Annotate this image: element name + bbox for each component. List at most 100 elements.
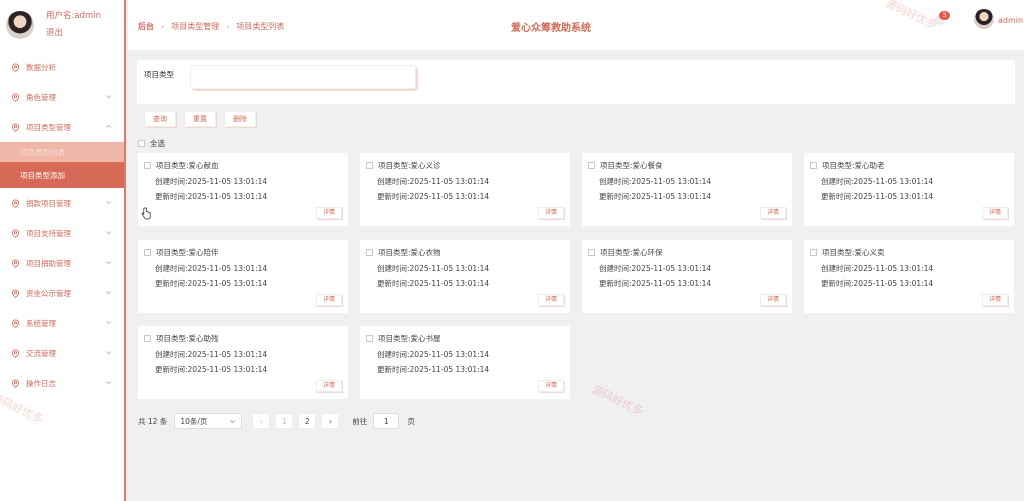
- detail-button[interactable]: 详情: [537, 207, 564, 219]
- card-checkbox[interactable]: [144, 249, 151, 256]
- goto-page-input[interactable]: 1: [373, 413, 400, 429]
- updated-value: 2025-11-05 13:01:14: [409, 365, 490, 374]
- chevron-down-icon: [106, 291, 111, 295]
- detail-button[interactable]: 详情: [315, 380, 342, 392]
- pagination: 共 12 条 10条/页 ‹ 1 2 › 前往 1 页: [138, 413, 415, 429]
- project-type-card: 项目类型: 爱心献血 创建时间:2025-11-05 13:01:14 更新时间:…: [138, 153, 348, 226]
- card-checkbox[interactable]: [366, 162, 373, 169]
- detail-button[interactable]: 详情: [537, 380, 564, 392]
- created-value: 2025-11-05 13:01:14: [853, 177, 934, 186]
- query-button[interactable]: 查询: [144, 111, 176, 127]
- select-all-checkbox[interactable]: [138, 140, 145, 147]
- detail-button[interactable]: 详情: [315, 207, 342, 219]
- updated-label: 更新时间:: [821, 279, 854, 288]
- created-label: 创建时间:: [155, 264, 188, 273]
- sidebar-item-operation-log[interactable]: 操作日志: [0, 368, 124, 398]
- sidebar-item-role-management[interactable]: 角色管理: [0, 82, 124, 112]
- location-pin-icon: [11, 348, 20, 358]
- detail-button[interactable]: 详情: [315, 294, 342, 306]
- sidebar: 用户名:admin 退出 数据分析 角色管理 项目类型管理 项目类型列表 项目类…: [0, 0, 126, 501]
- breadcrumb-item[interactable]: 项目类型管理: [171, 21, 219, 32]
- submenu-item-label: 项目类型列表: [20, 147, 65, 157]
- project-type-input[interactable]: [190, 65, 416, 89]
- detail-button[interactable]: 详情: [537, 294, 564, 306]
- detail-button[interactable]: 详情: [981, 294, 1008, 306]
- type-value: 爱心助残: [188, 334, 219, 343]
- card-checkbox[interactable]: [366, 249, 373, 256]
- project-type-card: 项目类型: 爱心衣物 创建时间:2025-11-05 13:01:14 更新时间:…: [360, 240, 570, 313]
- page-2-button[interactable]: 2: [298, 413, 317, 429]
- updated-value: 2025-11-05 13:01:14: [631, 279, 712, 288]
- card-checkbox[interactable]: [810, 249, 817, 256]
- card-checkbox[interactable]: [588, 162, 595, 169]
- sidebar-item-label: 捐款项目管理: [26, 198, 71, 208]
- created-label: 创建时间:: [377, 264, 410, 273]
- sidebar-item-label: 数据分析: [26, 62, 56, 72]
- updated-value: 2025-11-05 13:01:14: [187, 365, 268, 374]
- chevron-down-icon: [230, 420, 236, 424]
- type-value: 爱心助老: [854, 161, 885, 170]
- project-type-card: 项目类型: 爱心陪伴 创建时间:2025-11-05 13:01:14 更新时间:…: [138, 240, 348, 313]
- sidebar-item-data-analysis[interactable]: 数据分析: [0, 52, 124, 82]
- header-avatar[interactable]: [974, 9, 994, 29]
- page-size-select[interactable]: 10条/页: [174, 413, 243, 429]
- page-1-button[interactable]: 1: [275, 413, 294, 429]
- next-page-button[interactable]: ›: [321, 413, 340, 429]
- avatar: [6, 11, 34, 39]
- card-checkbox[interactable]: [366, 335, 373, 342]
- sidebar-item-communication-management[interactable]: 交流管理: [0, 338, 124, 368]
- sidebar-item-donation-project-management[interactable]: 捐款项目管理: [0, 188, 124, 218]
- breadcrumb-home[interactable]: 后台: [138, 21, 154, 32]
- card-checkbox[interactable]: [810, 162, 817, 169]
- sidebar-item-label: 项目类型管理: [26, 122, 71, 132]
- project-type-card: 项目类型: 爱心义卖 创建时间:2025-11-05 13:01:14 更新时间:…: [804, 240, 1014, 313]
- type-value: 爱心衣物: [410, 248, 441, 257]
- location-pin-icon: [11, 92, 20, 102]
- created-label: 创建时间:: [377, 350, 410, 359]
- created-value: 2025-11-05 13:01:14: [409, 264, 490, 273]
- chevron-down-icon: [106, 321, 111, 325]
- card-checkbox[interactable]: [588, 249, 595, 256]
- type-label: 项目类型:: [156, 161, 189, 170]
- sidebar-item-project-support-management[interactable]: 项目支持管理: [0, 218, 124, 248]
- total-count: 共 12 条: [138, 416, 168, 426]
- logout-link[interactable]: 退出: [46, 25, 101, 42]
- detail-button[interactable]: 详情: [759, 207, 786, 219]
- page-suffix: 页: [407, 416, 415, 426]
- location-pin-icon: [11, 122, 20, 132]
- updated-label: 更新时间:: [155, 192, 188, 201]
- card-checkbox[interactable]: [144, 162, 151, 169]
- sidebar-item-label: 项目捐助管理: [26, 258, 71, 268]
- detail-button[interactable]: 详情: [981, 207, 1008, 219]
- location-pin-icon: [11, 62, 20, 72]
- sidebar-item-fund-disclosure-management[interactable]: 资金公示管理: [0, 278, 124, 308]
- chevron-down-icon: [106, 231, 111, 235]
- search-panel: 项目类型: [137, 60, 1015, 104]
- card-checkbox[interactable]: [144, 335, 151, 342]
- sidebar-item-project-donation-management[interactable]: 项目捐助管理: [0, 248, 124, 278]
- location-pin-icon: [11, 318, 20, 328]
- prev-page-button[interactable]: ‹: [252, 413, 271, 429]
- project-type-card: 项目类型: 爱心书屋 创建时间:2025-11-05 13:01:14 更新时间:…: [360, 326, 570, 399]
- delete-button[interactable]: 删除: [224, 111, 256, 127]
- type-value: 爱心义卖: [854, 248, 885, 257]
- detail-button[interactable]: 详情: [759, 294, 786, 306]
- type-label: 项目类型:: [156, 248, 189, 257]
- created-label: 创建时间:: [377, 177, 410, 186]
- sidebar-item-label: 系统管理: [26, 318, 56, 328]
- submenu-item-project-type-add[interactable]: 项目类型添加: [0, 162, 124, 188]
- reset-button[interactable]: 重置: [184, 111, 216, 127]
- chevron-left-icon: ‹: [259, 416, 263, 426]
- updated-label: 更新时间:: [155, 279, 188, 288]
- updated-label: 更新时间:: [155, 365, 188, 374]
- sidebar-item-system-management[interactable]: 系统管理: [0, 308, 124, 338]
- created-label: 创建时间:: [155, 350, 188, 359]
- sidebar-item-project-type-management[interactable]: 项目类型管理: [0, 112, 124, 142]
- select-all[interactable]: 全选: [138, 138, 165, 149]
- header-username[interactable]: admin: [998, 16, 1023, 25]
- created-value: 2025-11-05 13:01:14: [409, 177, 490, 186]
- type-label: 项目类型:: [378, 161, 411, 170]
- type-value: 爱心餐食: [632, 161, 663, 170]
- submenu-item-project-type-list[interactable]: 项目类型列表: [0, 142, 124, 162]
- chevron-down-icon: [106, 201, 111, 205]
